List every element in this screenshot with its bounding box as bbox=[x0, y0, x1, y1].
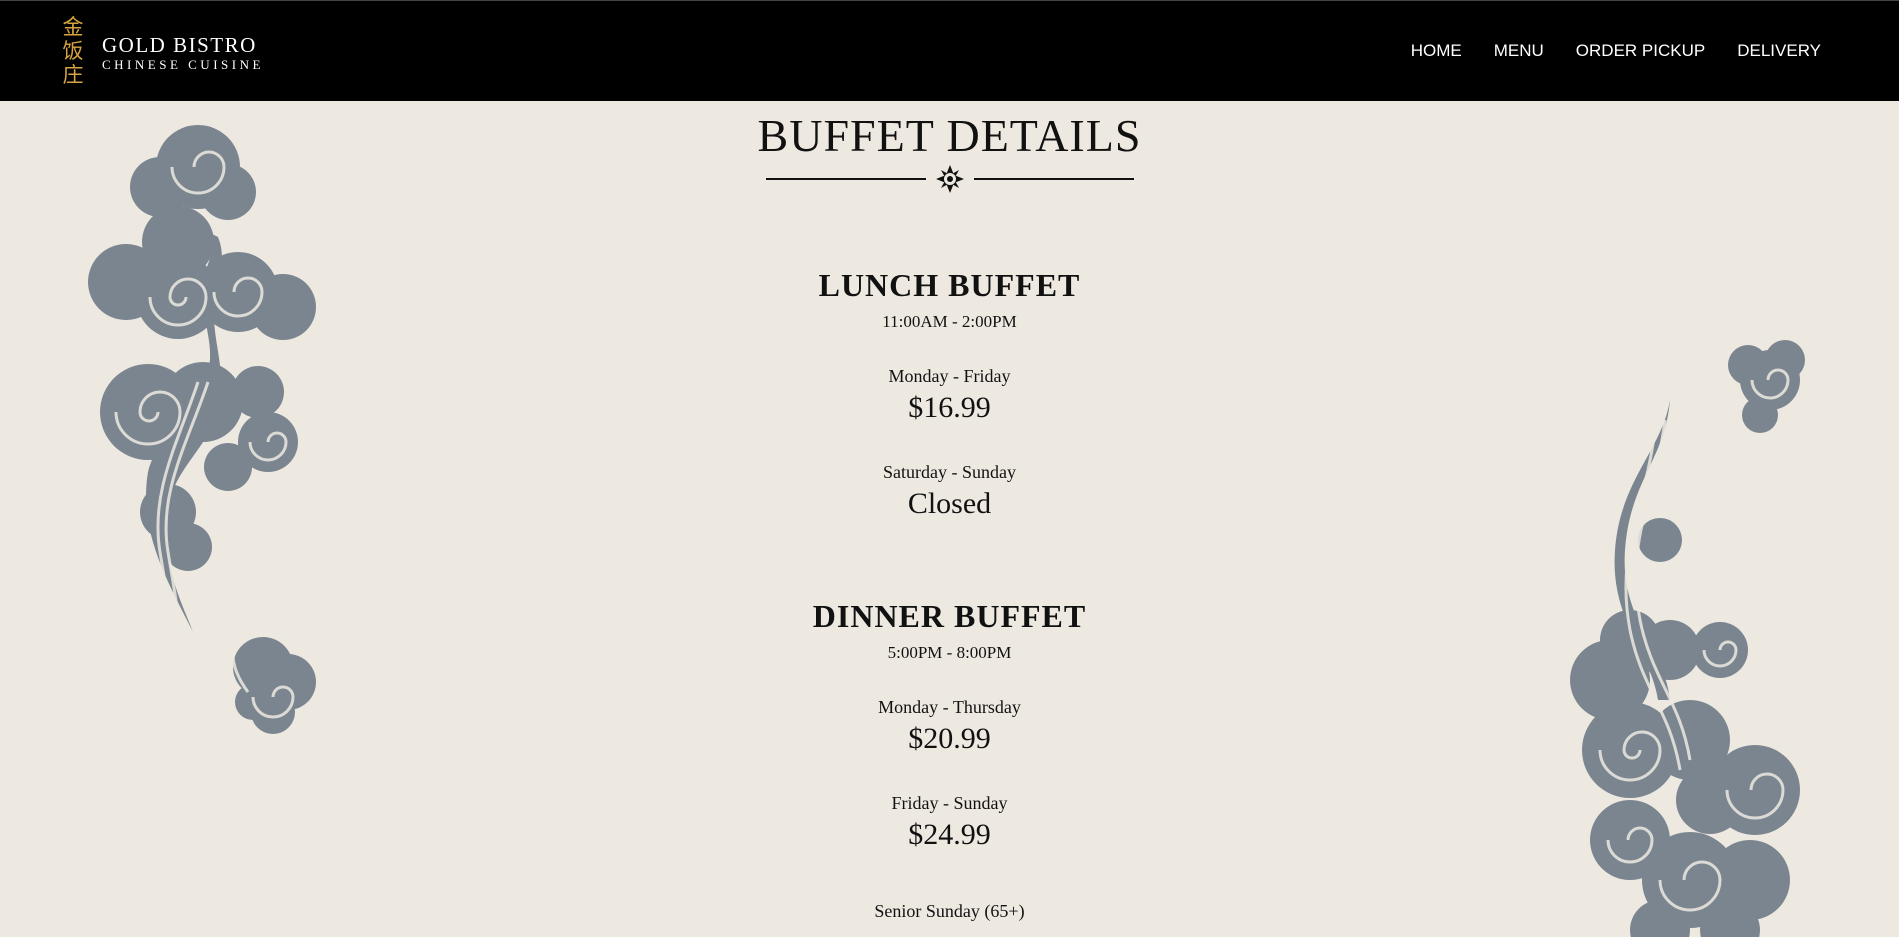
lunch-weekend-price: Closed bbox=[907, 487, 992, 520]
dinner-buffet-hours: 5:00PM - 8:00PM bbox=[887, 643, 1012, 662]
lunch-weekend-days: Saturday - Sunday bbox=[883, 462, 1016, 482]
lunch-buffet-title: LUNCH BUFFET bbox=[818, 267, 1081, 303]
nav-delivery-link[interactable]: DELIVERY bbox=[1737, 41, 1821, 61]
nav-order-pickup-link[interactable]: ORDER PICKUP bbox=[1576, 41, 1705, 61]
logo-char: 金 bbox=[62, 15, 84, 39]
main-nav: HOME MENU ORDER PICKUP DELIVERY bbox=[1411, 1, 1821, 101]
nav-home-link[interactable]: HOME bbox=[1411, 41, 1462, 61]
nav-menu-link[interactable]: MENU bbox=[1494, 41, 1544, 61]
lunch-weekday-days: Monday - Friday bbox=[888, 366, 1011, 386]
brand-subtitle: CHINESE CUISINE bbox=[102, 57, 264, 72]
page-title: BUFFET DETAILS bbox=[757, 110, 1142, 161]
lunch-weekday-price: $16.99 bbox=[908, 391, 991, 424]
dinner-weekend-days: Friday - Sunday bbox=[891, 793, 1008, 813]
title-divider bbox=[766, 165, 1134, 193]
dinner-weekday-price: $20.99 bbox=[908, 722, 991, 755]
senior-sunday-days: Senior Sunday (65+) bbox=[874, 901, 1025, 921]
site-header: 金 饭 庄 GOLD BISTRO CHINESE CUISINE HOME M… bbox=[0, 0, 1899, 101]
dinner-weekend-price: $24.99 bbox=[908, 818, 991, 851]
chinese-logo-mark: 金 饭 庄 bbox=[62, 15, 84, 87]
sun-ornament-icon bbox=[936, 165, 964, 193]
brand-name: GOLD BISTRO bbox=[102, 33, 257, 57]
logo-char: 饭 bbox=[62, 39, 84, 63]
dinner-weekday-days: Monday - Thursday bbox=[878, 697, 1021, 717]
lunch-buffet-hours: 11:00AM - 2:00PM bbox=[882, 312, 1017, 331]
decorative-cloud-left bbox=[88, 125, 316, 734]
logo-char: 庄 bbox=[62, 63, 84, 87]
dinner-buffet-title: DINNER BUFFET bbox=[812, 598, 1087, 634]
